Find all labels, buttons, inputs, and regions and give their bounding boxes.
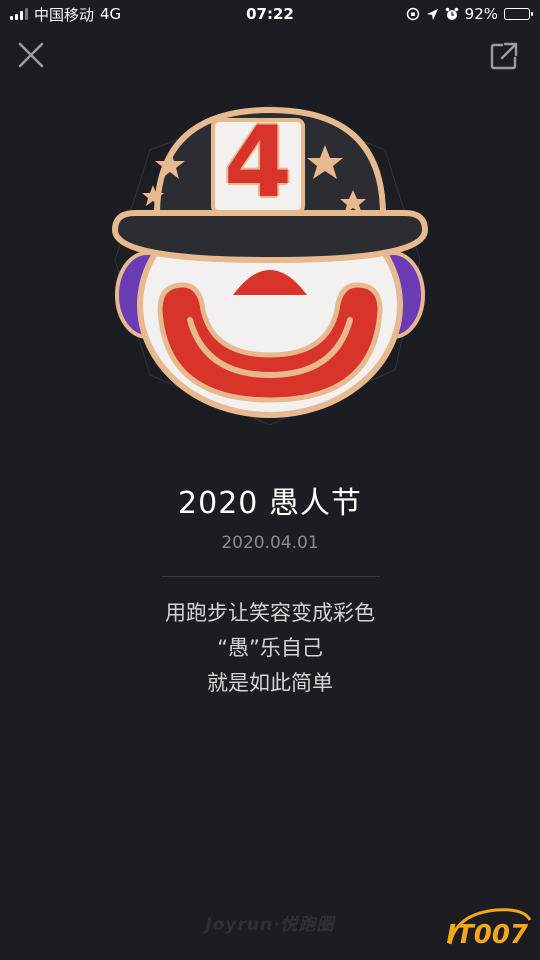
orientation-lock-icon xyxy=(406,7,419,21)
carrier-label: 中国移动 xyxy=(34,5,95,24)
page-title: 2020 愚人节 xyxy=(178,486,362,521)
description-line: 用跑步让笑容变成彩色 xyxy=(165,601,375,625)
signal-icon xyxy=(10,8,28,20)
status-right: 92% xyxy=(406,5,533,23)
description: 用跑步让笑容变成彩色 “愚”乐自己 就是如此简单 xyxy=(0,596,540,701)
badge: 4 xyxy=(95,95,445,435)
share-icon[interactable] xyxy=(488,40,520,72)
battery-percent: 92% xyxy=(464,5,498,23)
battery-icon xyxy=(504,8,533,20)
description-line: 就是如此简单 xyxy=(207,671,333,695)
network-label: 4G xyxy=(100,5,122,23)
badge-number: 4 xyxy=(223,106,293,220)
divider xyxy=(162,576,380,577)
description-line: “愚”乐自己 xyxy=(217,636,323,660)
status-bar: 中国移动 4G 07:22 92% xyxy=(0,0,540,28)
status-left: 中国移动 4G xyxy=(10,4,121,25)
event-date: 2020.04.01 xyxy=(221,533,319,553)
alarm-icon xyxy=(445,7,458,20)
close-icon[interactable] xyxy=(14,38,48,72)
top-bar xyxy=(0,34,540,78)
location-arrow-icon xyxy=(426,8,438,20)
watermark: IT007 xyxy=(446,920,528,950)
